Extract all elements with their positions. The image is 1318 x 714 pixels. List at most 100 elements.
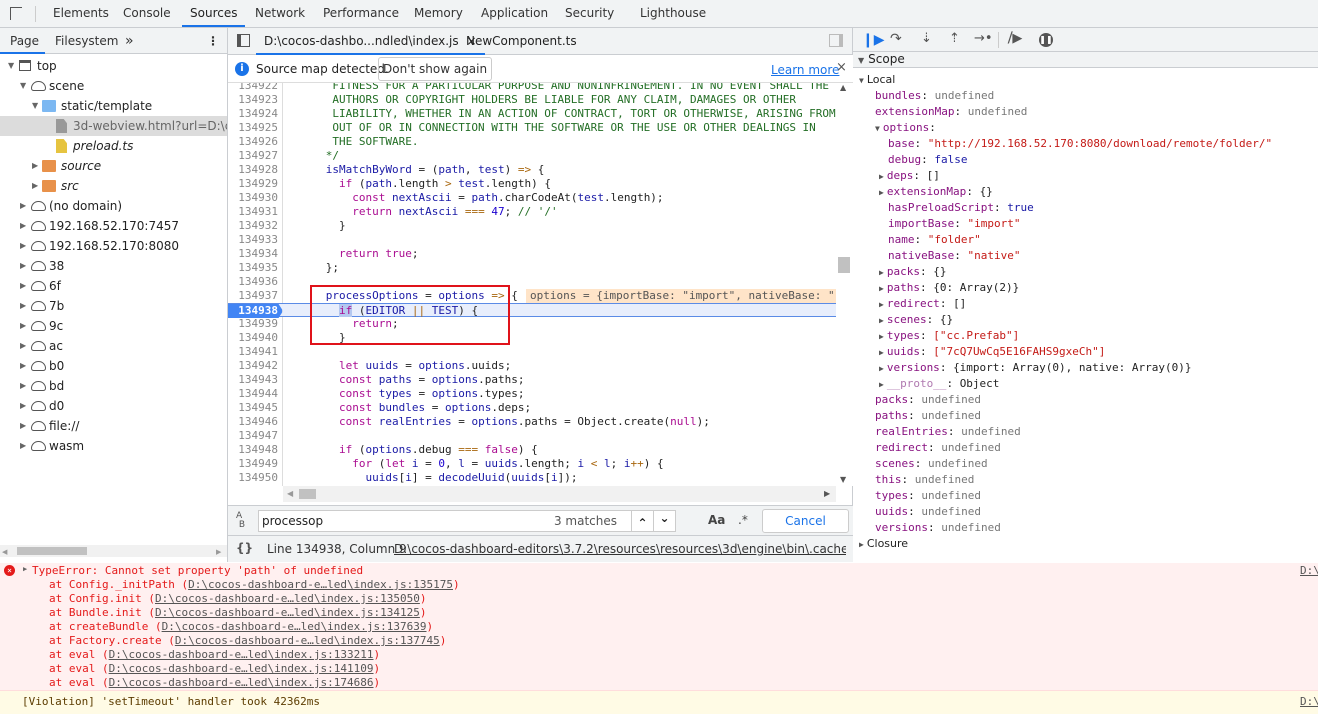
- code-line[interactable]: 134931 return nextAscii === 47; // '/': [228, 205, 836, 219]
- stack-location-link[interactable]: D:\cocos-dashboard-e…led\index.js:135175: [188, 578, 453, 591]
- scope-entry[interactable]: packs: undefined: [875, 392, 981, 408]
- code-line[interactable]: 134934 return true;: [228, 247, 836, 261]
- collapsed-arrow-icon[interactable]: ▶: [20, 396, 26, 416]
- scope-entry[interactable]: ▶ packs: {}: [879, 264, 946, 280]
- tree-item[interactable]: ▶ file://: [0, 416, 227, 436]
- expanded-arrow-icon[interactable]: ▼: [859, 76, 864, 85]
- expanded-arrow-icon[interactable]: ▼: [8, 56, 14, 76]
- tab-memory[interactable]: Memory: [414, 0, 463, 27]
- code-line[interactable]: 134927 */: [228, 149, 836, 163]
- scope-entry[interactable]: ▶ paths: {0: Array(2)}: [879, 280, 1019, 296]
- collapsed-arrow-icon[interactable]: ▶: [20, 216, 26, 236]
- scrollbar-thumb[interactable]: [838, 257, 850, 273]
- scroll-left-icon[interactable]: ◀: [287, 489, 293, 498]
- line-number[interactable]: 134927: [228, 149, 283, 163]
- tree-item[interactable]: 3d-webview.html?url=D:\cocos: [0, 116, 227, 136]
- pretty-print-button[interactable]: {}: [236, 541, 253, 555]
- tree-item[interactable]: ▶ src: [0, 176, 227, 196]
- dont-show-again-button[interactable]: Don't show again: [378, 57, 493, 81]
- code-line[interactable]: 134946 const realEntries = options.paths…: [228, 415, 836, 429]
- tab-console[interactable]: Console: [123, 0, 171, 27]
- code-line[interactable]: 134930 const nextAscii = path.charCodeAt…: [228, 191, 836, 205]
- line-number[interactable]: 134950: [228, 471, 283, 485]
- collapsed-arrow-icon[interactable]: ▶: [20, 236, 26, 256]
- scope-entry[interactable]: ▶ Closure: [859, 536, 908, 552]
- scope-entry[interactable]: scenes: undefined: [875, 456, 988, 472]
- tab-filesystem[interactable]: Filesystem: [55, 28, 118, 54]
- scope-entry[interactable]: base: "http://192.168.52.170:8080/downlo…: [879, 136, 1272, 152]
- step-over-icon[interactable]: ↷: [890, 31, 902, 47]
- code-horizontal-scrollbar[interactable]: ◀ ▶: [283, 486, 836, 502]
- line-number[interactable]: 134924: [228, 107, 283, 121]
- code-line[interactable]: 134948 if (options.debug === false) {: [228, 443, 836, 457]
- search-input[interactable]: processop 3 matches ⌃ ⌄: [258, 510, 676, 532]
- tree-item[interactable]: ▶ 38: [0, 256, 227, 276]
- collapsed-arrow-icon[interactable]: ▶: [32, 176, 38, 196]
- line-number[interactable]: 134930: [228, 191, 283, 205]
- collapsed-arrow-icon[interactable]: ▶: [20, 416, 26, 436]
- tab-application[interactable]: Application: [481, 0, 548, 27]
- tab-sources[interactable]: Sources: [182, 0, 246, 27]
- scope-entry[interactable]: ▶ uuids: ["7cQ7UwCq5E16FAHS9gxeCh"]: [879, 344, 1105, 360]
- tree-item[interactable]: ▶ 7b: [0, 296, 227, 316]
- line-number[interactable]: 134941: [228, 345, 283, 359]
- cancel-search-button[interactable]: Cancel: [762, 509, 849, 533]
- source-file-path-link[interactable]: D:\cocos-dashboard-editors\3.7.2\resourc…: [394, 542, 846, 556]
- collapsed-arrow-icon[interactable]: ▶: [20, 336, 26, 356]
- line-number[interactable]: 134936: [228, 275, 283, 289]
- stack-location-link[interactable]: D:\cocos-dashboard-e…led\index.js:141109: [109, 662, 374, 675]
- scope-entry[interactable]: ▶ extensionMap: {}: [879, 184, 993, 200]
- collapsed-arrow-icon[interactable]: ▶: [20, 196, 26, 216]
- scope-entry[interactable]: debug: false: [879, 152, 968, 168]
- collapsed-arrow-icon[interactable]: ▶: [20, 256, 26, 276]
- collapsed-arrow-icon[interactable]: ▶: [879, 188, 884, 197]
- collapsed-arrow-icon[interactable]: ▶: [20, 276, 26, 296]
- line-number[interactable]: 134926: [228, 135, 283, 149]
- line-number[interactable]: 134951: [228, 485, 283, 486]
- tab-performance[interactable]: Performance: [323, 0, 399, 27]
- expand-error-arrow-icon[interactable]: ▶: [23, 565, 27, 573]
- tab-security[interactable]: Security: [565, 0, 614, 27]
- tree-item[interactable]: ▼ static/template: [0, 96, 227, 116]
- line-number[interactable]: 134934: [228, 247, 283, 261]
- tree-item[interactable]: ▶ 6f: [0, 276, 227, 296]
- scroll-up-icon[interactable]: ▲: [840, 83, 846, 92]
- line-number[interactable]: 134944: [228, 387, 283, 401]
- collapsed-arrow-icon[interactable]: ▶: [879, 284, 884, 293]
- stack-location-link[interactable]: D:\cocos-dashboard-e…led\index.js:137639: [162, 620, 427, 633]
- line-number[interactable]: 134931: [228, 205, 283, 219]
- tab-page[interactable]: Page: [0, 28, 46, 54]
- collapsed-arrow-icon[interactable]: ▶: [20, 436, 26, 456]
- tree-item[interactable]: ▼ scene: [0, 76, 227, 96]
- collapsed-arrow-icon[interactable]: ▶: [879, 300, 884, 309]
- collapsed-arrow-icon[interactable]: ▶: [20, 316, 26, 336]
- scope-entry[interactable]: uuids: undefined: [875, 504, 981, 520]
- scroll-right-icon[interactable]: ▶: [824, 489, 830, 498]
- scroll-right-icon[interactable]: ▶: [216, 548, 221, 556]
- scroll-down-icon[interactable]: ▼: [840, 475, 846, 484]
- step-icon[interactable]: →•: [974, 31, 993, 46]
- collapsed-arrow-icon[interactable]: ▶: [20, 376, 26, 396]
- scope-entry[interactable]: importBase: "import": [879, 216, 1020, 232]
- line-number[interactable]: 134928: [228, 163, 283, 177]
- stack-location-link[interactable]: D:\cocos-dashboard-e…led\index.js:137745: [175, 634, 440, 647]
- code-vertical-scrollbar[interactable]: ▲ ▼: [836, 83, 853, 486]
- tab-network[interactable]: Network: [255, 0, 305, 27]
- line-number[interactable]: 134937: [228, 289, 283, 303]
- collapsed-arrow-icon[interactable]: ▶: [20, 356, 26, 376]
- line-number[interactable]: 134933: [228, 233, 283, 247]
- scroll-left-icon[interactable]: ◀: [2, 548, 7, 556]
- line-number[interactable]: 134932: [228, 219, 283, 233]
- editor-tab-newcomponent[interactable]: NewComponent.ts: [466, 28, 577, 54]
- stack-location-link[interactable]: D:\cocos-dashboard-e…led\index.js:134125: [155, 606, 420, 619]
- scope-entry[interactable]: ▼ options:: [875, 120, 936, 136]
- collapsed-arrow-icon[interactable]: ▶: [879, 364, 884, 373]
- code-line[interactable]: 134935 };: [228, 261, 836, 275]
- replace-toggle-icon[interactable]: A B: [236, 512, 245, 530]
- expanded-arrow-icon[interactable]: ▼: [20, 76, 26, 96]
- collapsed-arrow-icon[interactable]: ▶: [879, 268, 884, 277]
- code-line[interactable]: 134945 const bundles = options.deps;: [228, 401, 836, 415]
- tree-item[interactable]: ▶ 192.168.52.170:7457: [0, 216, 227, 236]
- collapsed-arrow-icon[interactable]: ▶: [879, 172, 884, 181]
- code-line[interactable]: 134924 LIABILITY, WHETHER IN AN ACTION O…: [228, 107, 836, 121]
